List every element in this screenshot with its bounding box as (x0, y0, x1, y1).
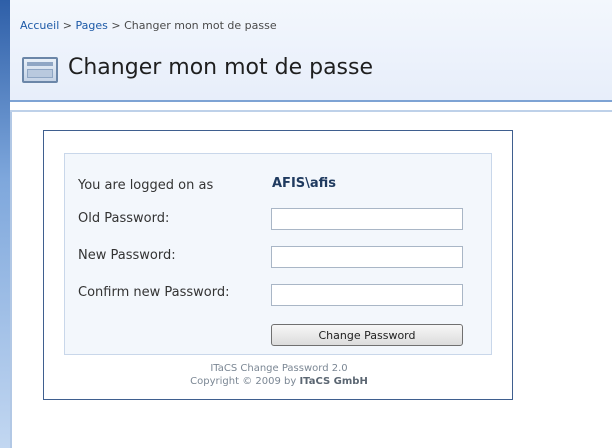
old-password-input[interactable] (271, 208, 463, 230)
breadcrumb-link-pages[interactable]: Pages (76, 19, 108, 32)
new-password-label: New Password: (78, 248, 176, 263)
breadcrumb: Accueil > Pages > Changer mon mot de pas… (20, 19, 277, 32)
company-name: ITaCS GmbH (299, 376, 368, 387)
breadcrumb-separator: > (62, 19, 72, 32)
content-left-border (10, 112, 12, 448)
change-password-form: You are logged on as AFIS\afis Old Passw… (64, 153, 492, 355)
page-title: Changer mon mot de passe (68, 55, 374, 80)
confirm-password-label: Confirm new Password: (78, 285, 230, 300)
page-header: Accueil > Pages > Changer mon mot de pas… (10, 0, 612, 102)
copyright-prefix: Copyright © 2009 by (190, 376, 300, 387)
left-gutter (0, 0, 10, 448)
new-password-input[interactable] (271, 246, 463, 268)
logged-on-user: AFIS\afis (272, 176, 337, 191)
content-divider (10, 110, 612, 112)
breadcrumb-current: Changer mon mot de passe (124, 19, 277, 32)
confirm-password-input[interactable] (271, 284, 463, 306)
breadcrumb-link-accueil[interactable]: Accueil (20, 19, 59, 32)
page-icon (22, 57, 58, 83)
logged-on-label: You are logged on as (78, 178, 214, 193)
product-credit: ITaCS Change Password 2.0 (210, 363, 348, 374)
change-password-button[interactable]: Change Password (271, 324, 463, 346)
page-frame: Accueil > Pages > Changer mon mot de pas… (10, 0, 612, 448)
old-password-label: Old Password: (78, 211, 170, 226)
copyright-line: Copyright © 2009 by ITaCS GmbH (44, 376, 514, 387)
change-password-panel: You are logged on as AFIS\afis Old Passw… (43, 130, 513, 400)
breadcrumb-separator: > (111, 19, 121, 32)
